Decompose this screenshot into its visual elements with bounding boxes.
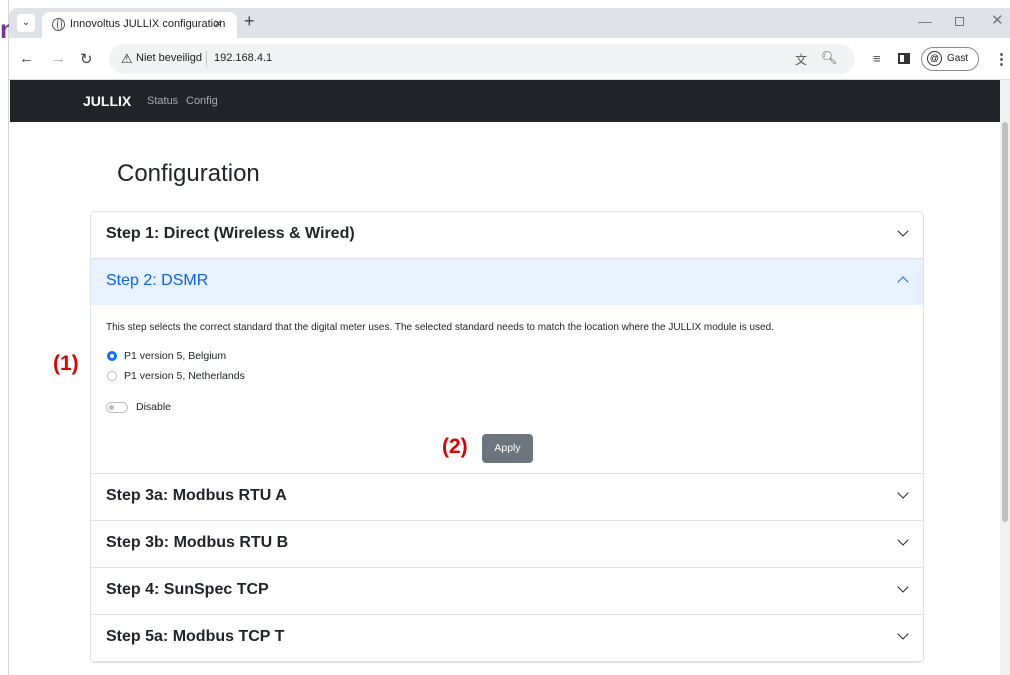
- annotation-1: (1): [53, 352, 79, 375]
- accordion-header-step5a[interactable]: Step 5a: Modbus TCP T: [91, 615, 923, 661]
- accordion-header-step3a[interactable]: Step 3a: Modbus RTU A: [91, 474, 923, 520]
- address-bar[interactable]: ⚠ Niet beveiligd 192.168.4.1 文 🔍︎: [109, 44, 855, 74]
- chevron-down-icon: [897, 534, 909, 546]
- accordion-item-step3a: Step 3a: Modbus RTU A: [91, 474, 923, 521]
- back-arrow-icon[interactable]: ←: [19, 50, 34, 67]
- browser-tab-strip: ⌄ Innovoltus JULLIX configuration × + — …: [9, 8, 1010, 38]
- dsmr-panel: This step selects the correct standard t…: [91, 305, 923, 473]
- page-viewport: JULLIX Status Config Configuration Step …: [10, 80, 1000, 675]
- radio-netherlands-label[interactable]: P1 version 5, Netherlands: [124, 370, 245, 382]
- window-minimize-icon[interactable]: —: [918, 13, 932, 29]
- accordion-header-step3b[interactable]: Step 3b: Modbus RTU B: [91, 521, 923, 567]
- tab-close-icon[interactable]: ×: [214, 15, 222, 31]
- translate-icon[interactable]: 文: [795, 51, 807, 68]
- chevron-down-icon: [897, 225, 909, 237]
- profile-button[interactable]: @ Gast: [921, 47, 979, 71]
- accordion-title: Step 5a: Modbus TCP T: [106, 628, 285, 645]
- left-edge-letter: n: [0, 14, 9, 44]
- not-secure-label[interactable]: Niet beveiligd: [136, 52, 202, 64]
- accordion-header-step1[interactable]: Step 1: Direct (Wireless & Wired): [91, 212, 923, 258]
- accordion-item-step5a: Step 5a: Modbus TCP T: [91, 615, 923, 662]
- nav-link-config[interactable]: Config: [186, 95, 218, 107]
- tab-search-dropdown-icon[interactable]: ⌄: [17, 14, 35, 32]
- navbar-brand[interactable]: JULLIX: [83, 93, 131, 109]
- url-text[interactable]: 192.168.4.1: [214, 52, 272, 64]
- browser-menu-icon[interactable]: ⋮: [994, 50, 1009, 68]
- profile-avatar-icon: @: [927, 51, 942, 66]
- browser-toolbar: ← → ↻ ⚠ Niet beveiligd 192.168.4.1 文 🔍︎ …: [9, 38, 1010, 80]
- profile-label: Gast: [947, 53, 969, 64]
- chevron-down-icon: [897, 628, 909, 640]
- new-tab-plus-icon[interactable]: +: [244, 11, 255, 32]
- accordion-item-step2: Step 2: DSMR This step selects the corre…: [91, 259, 923, 474]
- screenshot-frame: n ⌄ Innovoltus JULLIX configuration × + …: [0, 0, 1010, 675]
- accordion-title: Step 3a: Modbus RTU A: [106, 487, 287, 504]
- browser-tab[interactable]: Innovoltus JULLIX configuration ×: [42, 12, 237, 38]
- page-title: Configuration: [117, 160, 260, 187]
- reading-list-icon[interactable]: ≡: [873, 51, 881, 66]
- chevron-down-icon: [897, 487, 909, 499]
- toggle-knob: [109, 405, 114, 410]
- url-separator: [206, 51, 207, 67]
- radio-belgium-label[interactable]: P1 version 5, Belgium: [124, 350, 226, 362]
- accordion-item-step3b: Step 3b: Modbus RTU B: [91, 521, 923, 568]
- apply-button[interactable]: Apply: [482, 434, 533, 463]
- accordion-title: Step 1: Direct (Wireless & Wired): [106, 225, 355, 242]
- accordion-header-step2[interactable]: Step 2: DSMR: [91, 259, 923, 305]
- page-scrollbar[interactable]: [1000, 80, 1010, 675]
- chevron-down-icon: [897, 581, 909, 593]
- accordion-item-step1: Step 1: Direct (Wireless & Wired): [91, 212, 923, 259]
- window-close-icon[interactable]: ✕: [991, 11, 1004, 29]
- tab-title: Innovoltus JULLIX configuration: [70, 18, 226, 30]
- scrollbar-thumb[interactable]: [1002, 122, 1008, 522]
- accordion-title: Step 3b: Modbus RTU B: [106, 534, 289, 551]
- radio-belgium[interactable]: [107, 351, 117, 361]
- radio-netherlands[interactable]: [107, 371, 117, 381]
- side-panel-icon[interactable]: [898, 53, 910, 64]
- window-maximize-icon[interactable]: [955, 17, 964, 26]
- left-edge-strip: n: [0, 0, 9, 675]
- config-accordion: Step 1: Direct (Wireless & Wired) Step 2…: [90, 211, 924, 663]
- disable-toggle-label[interactable]: Disable: [136, 401, 171, 413]
- annotation-2: (2): [442, 435, 468, 458]
- accordion-title: Step 2: DSMR: [106, 272, 209, 289]
- warning-triangle-icon[interactable]: ⚠: [121, 51, 133, 67]
- globe-icon: [52, 18, 65, 31]
- zoom-icon[interactable]: 🔍︎: [821, 50, 838, 66]
- forward-arrow-icon[interactable]: →: [51, 50, 66, 67]
- top-navbar: JULLIX Status Config: [10, 80, 1000, 122]
- reload-icon[interactable]: ↻: [80, 50, 93, 68]
- accordion-title: Step 4: SunSpec TCP: [106, 581, 269, 598]
- disable-toggle[interactable]: [106, 402, 128, 413]
- accordion-header-step4[interactable]: Step 4: SunSpec TCP: [91, 568, 923, 614]
- nav-link-status[interactable]: Status: [147, 95, 178, 107]
- dsmr-description: This step selects the correct standard t…: [106, 322, 774, 333]
- accordion-item-step4: Step 4: SunSpec TCP: [91, 568, 923, 615]
- chevron-up-icon: [897, 276, 909, 288]
